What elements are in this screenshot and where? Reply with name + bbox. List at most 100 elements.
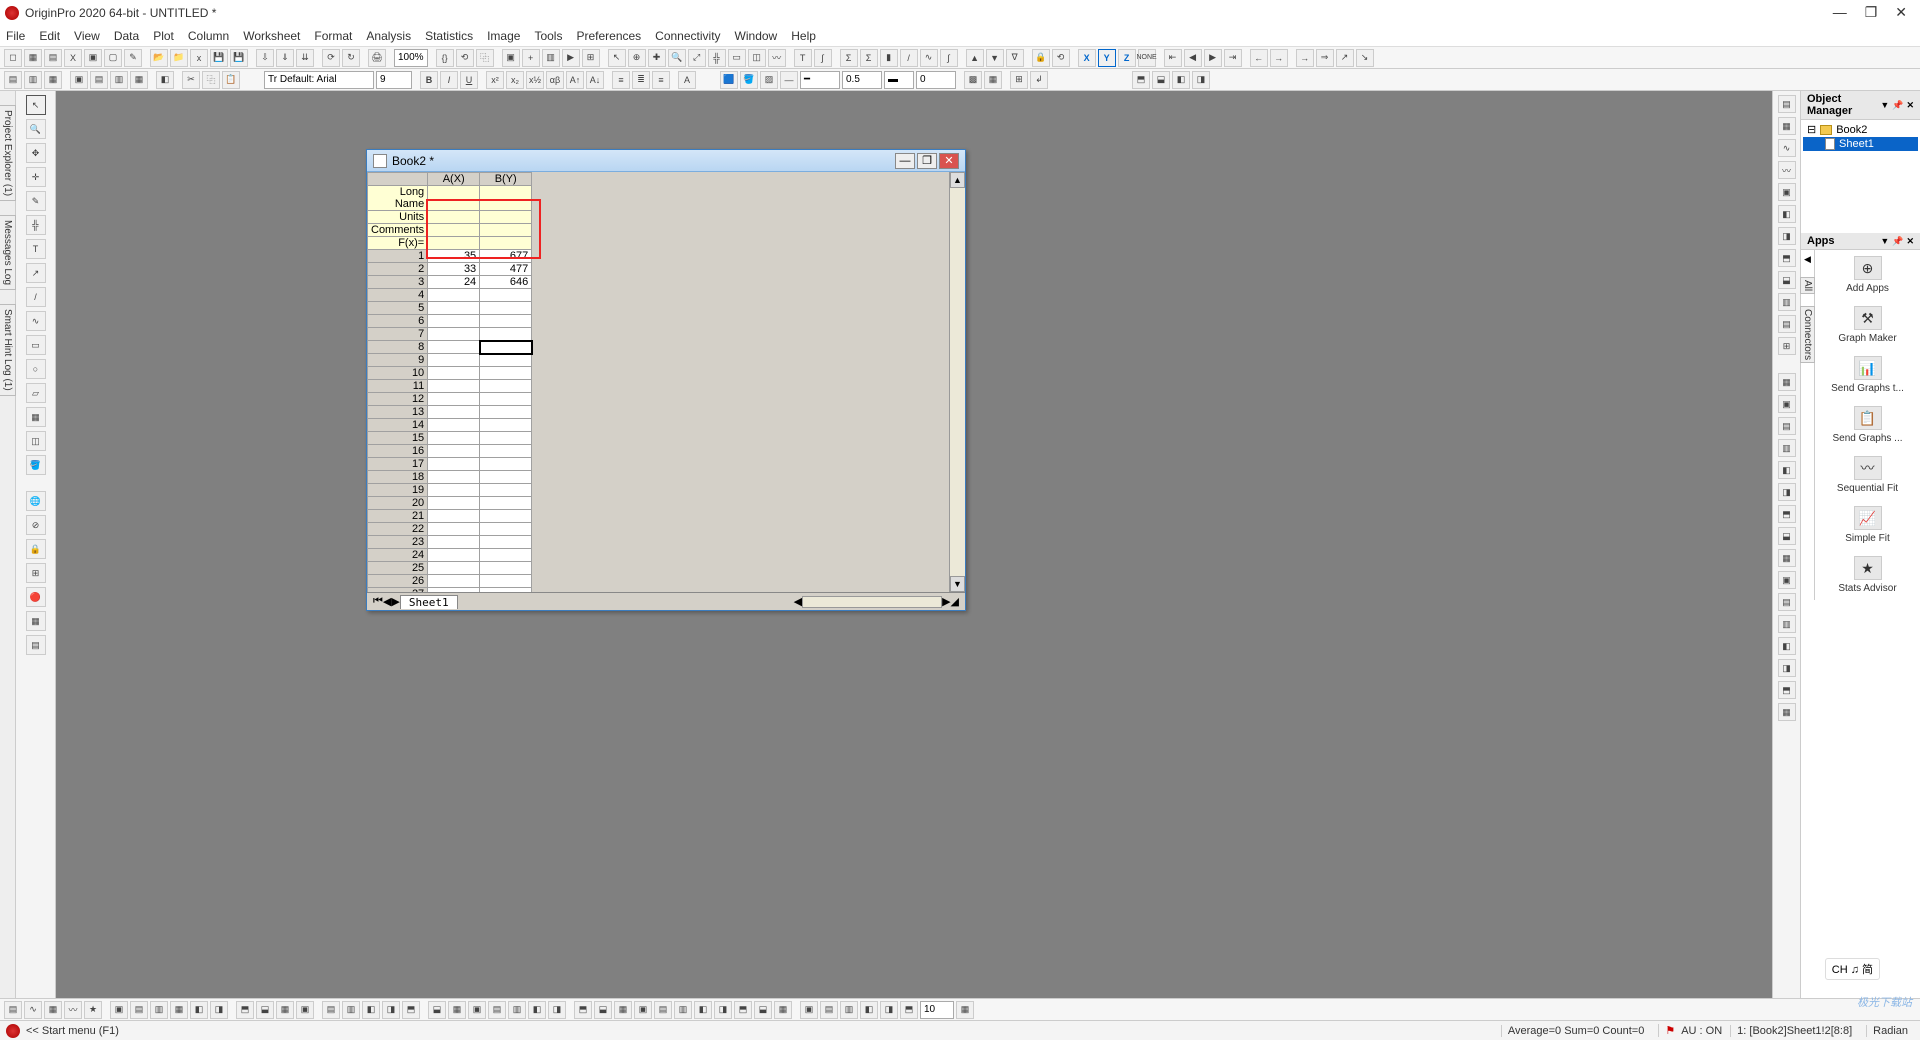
r17-icon[interactable]: ◧ bbox=[1778, 461, 1796, 479]
bt9-icon[interactable]: ▦ bbox=[170, 1001, 188, 1019]
row-header-15[interactable]: 15 bbox=[368, 432, 428, 445]
r3-icon[interactable]: ∿ bbox=[1778, 139, 1796, 157]
ime-indicator[interactable]: CH ♫ 简 bbox=[1825, 958, 1880, 980]
cell-B-3[interactable]: 646 bbox=[480, 276, 532, 289]
cell-B-18[interactable] bbox=[480, 471, 532, 484]
r24-icon[interactable]: ▥ bbox=[1778, 615, 1796, 633]
first-icon[interactable]: ⇤ bbox=[1164, 49, 1182, 67]
roi-tool-icon[interactable]: ◫ bbox=[26, 431, 46, 451]
align-left-icon[interactable]: ≡ bbox=[612, 71, 630, 89]
wrap-icon[interactable]: ↲ bbox=[1030, 71, 1048, 89]
new-excel-icon[interactable]: X bbox=[64, 49, 82, 67]
font-name-combo[interactable]: Tr Default: Arial bbox=[264, 71, 374, 89]
menu-worksheet[interactable]: Worksheet bbox=[243, 29, 300, 43]
r1-icon[interactable]: ▤ bbox=[1778, 95, 1796, 113]
cut-icon[interactable]: ✂ bbox=[182, 71, 200, 89]
r21-icon[interactable]: ▦ bbox=[1778, 549, 1796, 567]
extract-icon[interactable]: ▥ bbox=[542, 49, 560, 67]
r11-icon[interactable]: ▤ bbox=[1778, 315, 1796, 333]
bt2-icon[interactable]: ∿ bbox=[24, 1001, 42, 1019]
ctrl5-icon[interactable]: ▤ bbox=[90, 71, 108, 89]
row-header-12[interactable]: 12 bbox=[368, 393, 428, 406]
filter-icon[interactable]: ∇ bbox=[1006, 49, 1024, 67]
row-header-11[interactable]: 11 bbox=[368, 380, 428, 393]
anno-tool-icon[interactable]: ✎ bbox=[26, 191, 46, 211]
prev-icon[interactable]: ◀ bbox=[1184, 49, 1202, 67]
cell-B-23[interactable] bbox=[480, 536, 532, 549]
bt38-icon[interactable]: ▦ bbox=[774, 1001, 792, 1019]
menu-preferences[interactable]: Preferences bbox=[576, 29, 641, 43]
bt20-icon[interactable]: ⬒ bbox=[402, 1001, 420, 1019]
bt35-icon[interactable]: ◨ bbox=[714, 1001, 732, 1019]
draw-data-icon[interactable]: 〰 bbox=[768, 49, 786, 67]
y-col-icon[interactable]: Y bbox=[1098, 49, 1116, 67]
cell-A-23[interactable] bbox=[428, 536, 480, 549]
menu-help[interactable]: Help bbox=[791, 29, 816, 43]
line-style-icon[interactable]: — bbox=[780, 71, 798, 89]
r12-icon[interactable]: ⊞ bbox=[1778, 337, 1796, 355]
pan-tool-icon[interactable]: ✥ bbox=[26, 143, 46, 163]
cell-A-4[interactable] bbox=[428, 289, 480, 302]
row-header-7[interactable]: 7 bbox=[368, 328, 428, 341]
cell-A-25[interactable] bbox=[428, 562, 480, 575]
cell-B-20[interactable] bbox=[480, 497, 532, 510]
meta-row-Units[interactable]: Units bbox=[368, 211, 428, 224]
cell-B-25[interactable] bbox=[480, 562, 532, 575]
cell-B-24[interactable] bbox=[480, 549, 532, 562]
bt40-icon[interactable]: ▤ bbox=[820, 1001, 838, 1019]
dash-combo[interactable]: ▬ bbox=[884, 71, 914, 89]
line-color-icon[interactable]: 🟦 bbox=[720, 71, 738, 89]
batch-icon[interactable]: ⟳ bbox=[322, 49, 340, 67]
menu-plot[interactable]: Plot bbox=[153, 29, 174, 43]
r6-icon[interactable]: ◧ bbox=[1778, 205, 1796, 223]
merge-icon[interactable]: ⊞ bbox=[1010, 71, 1028, 89]
lock-tool-icon[interactable]: 🔒 bbox=[26, 539, 46, 559]
r16-icon[interactable]: ▥ bbox=[1778, 439, 1796, 457]
r10-icon[interactable]: ▥ bbox=[1778, 293, 1796, 311]
bt6-icon[interactable]: ▣ bbox=[110, 1001, 128, 1019]
col-stat-icon[interactable]: Σ bbox=[840, 49, 858, 67]
new-workbook-icon[interactable]: ▦ bbox=[24, 49, 42, 67]
move-left-icon[interactable]: ← bbox=[1250, 49, 1268, 67]
ws-h-scroll-left-icon[interactable]: ◀ bbox=[794, 595, 802, 608]
bt32-icon[interactable]: ▤ bbox=[654, 1001, 672, 1019]
open-template-icon[interactable]: 📁 bbox=[170, 49, 188, 67]
cell-B-11[interactable] bbox=[480, 380, 532, 393]
pointer-tool-icon[interactable]: ↖ bbox=[26, 95, 46, 115]
new-project-icon[interactable]: ◻ bbox=[4, 49, 22, 67]
font-color-icon[interactable]: A bbox=[678, 71, 696, 89]
row-header-9[interactable]: 9 bbox=[368, 354, 428, 367]
poly-fit-icon[interactable]: ∿ bbox=[920, 49, 938, 67]
r5-icon[interactable]: ▣ bbox=[1778, 183, 1796, 201]
print-icon[interactable]: 🖨 bbox=[368, 49, 386, 67]
apps-dropdown-icon[interactable]: ▼ bbox=[1880, 236, 1889, 247]
row-header-3[interactable]: 3 bbox=[368, 276, 428, 289]
duplicate-icon[interactable]: ⿻ bbox=[476, 49, 494, 67]
sheet-tool-icon[interactable]: ▤ bbox=[26, 635, 46, 655]
r13-icon[interactable]: ▦ bbox=[1778, 373, 1796, 391]
import-multi-icon[interactable]: ⇊ bbox=[296, 49, 314, 67]
close-button[interactable]: ✕ bbox=[1895, 4, 1907, 21]
table-style-icon[interactable]: ▦ bbox=[984, 71, 1002, 89]
sup-icon[interactable]: x² bbox=[486, 71, 504, 89]
reader-tool-icon[interactable]: ✛ bbox=[26, 167, 46, 187]
meta-row-Comments[interactable]: Comments bbox=[368, 224, 428, 237]
color-tool-icon[interactable]: 🔴 bbox=[26, 587, 46, 607]
text-tool-icon[interactable]: T bbox=[26, 239, 46, 259]
pointer-icon[interactable]: ↖ bbox=[608, 49, 626, 67]
reader-icon[interactable]: ⊕ bbox=[628, 49, 646, 67]
bt29-icon[interactable]: ⬓ bbox=[594, 1001, 612, 1019]
cell-A-26[interactable] bbox=[428, 575, 480, 588]
row-header-19[interactable]: 19 bbox=[368, 484, 428, 497]
tab-nav-first-icon[interactable]: ⏮ bbox=[373, 595, 383, 608]
digitize-icon[interactable]: ⊞ bbox=[582, 49, 600, 67]
r27-icon[interactable]: ⬒ bbox=[1778, 681, 1796, 699]
col-header-A(X)[interactable]: A(X) bbox=[428, 173, 480, 186]
ws-horizontal-scrollbar[interactable] bbox=[802, 596, 942, 608]
cell-B-2[interactable]: 477 bbox=[480, 263, 532, 276]
apps-pin-icon[interactable]: 📌 bbox=[1892, 236, 1903, 247]
cell-B-7[interactable] bbox=[480, 328, 532, 341]
greek-icon[interactable]: αβ bbox=[546, 71, 564, 89]
data-reader-icon[interactable]: ✚ bbox=[648, 49, 666, 67]
z-col-icon[interactable]: Z bbox=[1118, 49, 1136, 67]
